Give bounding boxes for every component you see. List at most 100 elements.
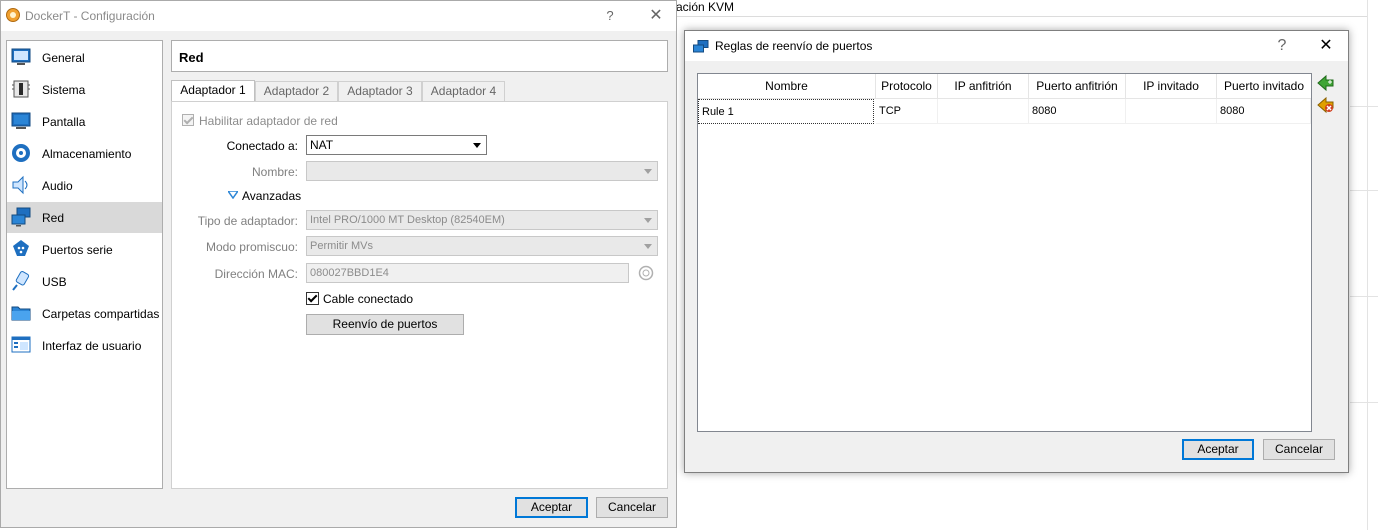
column-header-guest-port[interactable]: Puerto invitado: [1217, 74, 1311, 99]
ok-button[interactable]: Aceptar: [515, 497, 588, 518]
expand-arrow-icon[interactable]: [228, 191, 238, 199]
attached-to-label: Conectado a:: [226, 139, 298, 153]
tab-adapter-3[interactable]: Adaptador 3: [338, 81, 422, 101]
refresh-mac-icon[interactable]: [638, 265, 654, 281]
network-icon: [693, 40, 709, 53]
network-icon: [11, 207, 31, 227]
checkmark-icon: [183, 114, 194, 125]
rules-table: Nombre Protocolo IP anfitrión Puerto anf…: [697, 73, 1312, 432]
promiscuous-mode-value: Permitir MVs: [310, 240, 373, 252]
cancel-button[interactable]: Cancelar: [596, 497, 668, 518]
category-label: Sistema: [42, 83, 86, 97]
chevron-down-icon: [644, 244, 652, 249]
category-label: General: [42, 51, 85, 65]
ok-button[interactable]: Aceptar: [1182, 439, 1254, 460]
column-header-host-ip[interactable]: IP anfitrión: [938, 74, 1029, 99]
mac-address-field[interactable]: 080027BBD1E4: [306, 263, 629, 283]
port-forwarding-titlebar: Reglas de reenvío de puertos ? ✕: [685, 31, 1348, 61]
checkmark-icon: [307, 292, 318, 303]
help-button[interactable]: ?: [597, 5, 623, 27]
table-cell-name[interactable]: Rule 1: [698, 99, 874, 124]
mac-address-label: Dirección MAC:: [214, 267, 298, 281]
table-cell-host-ip[interactable]: [938, 99, 1029, 124]
category-label: Audio: [42, 179, 73, 193]
close-button[interactable]: ✕: [643, 5, 669, 27]
settings-titlebar: DockerT - Configuración ? ✕: [1, 1, 676, 31]
display-icon: [11, 112, 31, 129]
port-forwarding-dialog: Reglas de reenvío de puertos ? ✕ Nombre …: [684, 30, 1349, 473]
cable-connected-checkbox[interactable]: [306, 292, 319, 305]
port-forwarding-title: Reglas de reenvío de puertos: [715, 39, 873, 53]
attached-to-value: NAT: [310, 138, 334, 152]
category-general[interactable]: General: [7, 42, 162, 73]
port-forwarding-button[interactable]: Reenvío de puertos: [306, 314, 464, 335]
storage-icon: [12, 144, 30, 162]
name-label: Nombre:: [251, 165, 298, 179]
category-label: USB: [42, 275, 67, 289]
column-header-name[interactable]: Nombre: [698, 74, 876, 99]
category-display[interactable]: Pantalla: [7, 106, 162, 137]
enable-adapter-label: Habilitar adaptador de red: [199, 114, 338, 128]
mac-address-value: 080027BBD1E4: [310, 267, 389, 279]
category-audio[interactable]: Audio: [7, 170, 162, 201]
enable-adapter-checkbox[interactable]: [182, 114, 194, 126]
close-button[interactable]: ✕: [1313, 35, 1339, 57]
advanced-toggle[interactable]: Avanzadas: [242, 189, 301, 203]
background-header-row: [676, 0, 1368, 17]
user-interface-icon: [11, 336, 31, 353]
audio-icon: [12, 175, 28, 195]
background-divider: [1350, 190, 1378, 191]
category-network[interactable]: Red: [7, 202, 162, 233]
help-button[interactable]: ?: [1269, 35, 1295, 57]
chevron-down-icon: [473, 143, 481, 148]
column-header-host-port[interactable]: Puerto anfitrión: [1029, 74, 1126, 99]
section-header: Red: [171, 40, 668, 72]
promiscuous-mode-select[interactable]: Permitir MVs: [306, 236, 658, 256]
virtualbox-icon: [6, 8, 20, 22]
usb-icon: [12, 271, 30, 291]
table-cell-protocol[interactable]: TCP: [876, 99, 938, 124]
category-user-interface[interactable]: Interfaz de usuario: [7, 330, 162, 361]
serial-ports-icon: [13, 240, 29, 256]
background-divider: [1367, 0, 1368, 530]
table-cell-host-port[interactable]: 8080: [1029, 99, 1126, 124]
category-label: Carpetas compartidas: [42, 307, 160, 321]
chevron-down-icon: [644, 218, 652, 223]
cable-connected-label: Cable conectado: [323, 292, 414, 306]
column-header-protocol[interactable]: Protocolo: [876, 74, 938, 99]
category-label: Red: [42, 211, 65, 225]
category-system[interactable]: Sistema: [7, 74, 162, 105]
tab-adapter-4[interactable]: Adaptador 4: [422, 81, 505, 101]
tab-adapter-1[interactable]: Adaptador 1: [171, 80, 255, 102]
attached-to-select[interactable]: NAT: [306, 135, 487, 155]
promiscuous-mode-label: Modo promiscuo:: [205, 240, 298, 254]
table-cell-guest-port[interactable]: 8080: [1217, 99, 1311, 124]
shared-folders-icon: [11, 306, 31, 321]
cancel-button[interactable]: Cancelar: [1263, 439, 1335, 460]
settings-window-title: DockerT - Configuración: [25, 9, 155, 23]
category-storage[interactable]: Almacenamiento: [7, 138, 162, 169]
settings-dialog: DockerT - Configuración ? ✕ General Sist…: [0, 0, 677, 528]
category-usb[interactable]: USB: [7, 266, 162, 297]
category-serial-ports[interactable]: Puertos serie: [7, 234, 162, 265]
section-title: Red: [179, 50, 204, 65]
column-header-guest-ip[interactable]: IP invitado: [1126, 74, 1217, 99]
adapter-type-value: Intel PRO/1000 MT Desktop (82540EM): [310, 214, 505, 226]
background-divider: [1350, 296, 1378, 297]
remove-rule-icon[interactable]: [1317, 96, 1335, 114]
category-label: Almacenamiento: [42, 147, 132, 161]
name-select[interactable]: [306, 161, 658, 181]
adapter-panel: Habilitar adaptador de red Conectado a: …: [171, 101, 668, 489]
category-label: Interfaz de usuario: [42, 339, 142, 353]
background-divider: [1350, 402, 1378, 403]
background-fragment-text: ación KVM: [676, 0, 735, 14]
category-label: Puertos serie: [42, 243, 113, 257]
background-divider: [1350, 106, 1378, 107]
general-icon: [11, 48, 31, 65]
category-shared-folders[interactable]: Carpetas compartidas: [7, 298, 162, 329]
table-cell-guest-ip[interactable]: [1126, 99, 1217, 124]
category-list: General Sistema Pantalla Almacenamiento …: [6, 40, 163, 489]
adapter-type-select[interactable]: Intel PRO/1000 MT Desktop (82540EM): [306, 210, 658, 230]
add-rule-icon[interactable]: [1317, 74, 1335, 92]
tab-adapter-2[interactable]: Adaptador 2: [255, 81, 338, 101]
